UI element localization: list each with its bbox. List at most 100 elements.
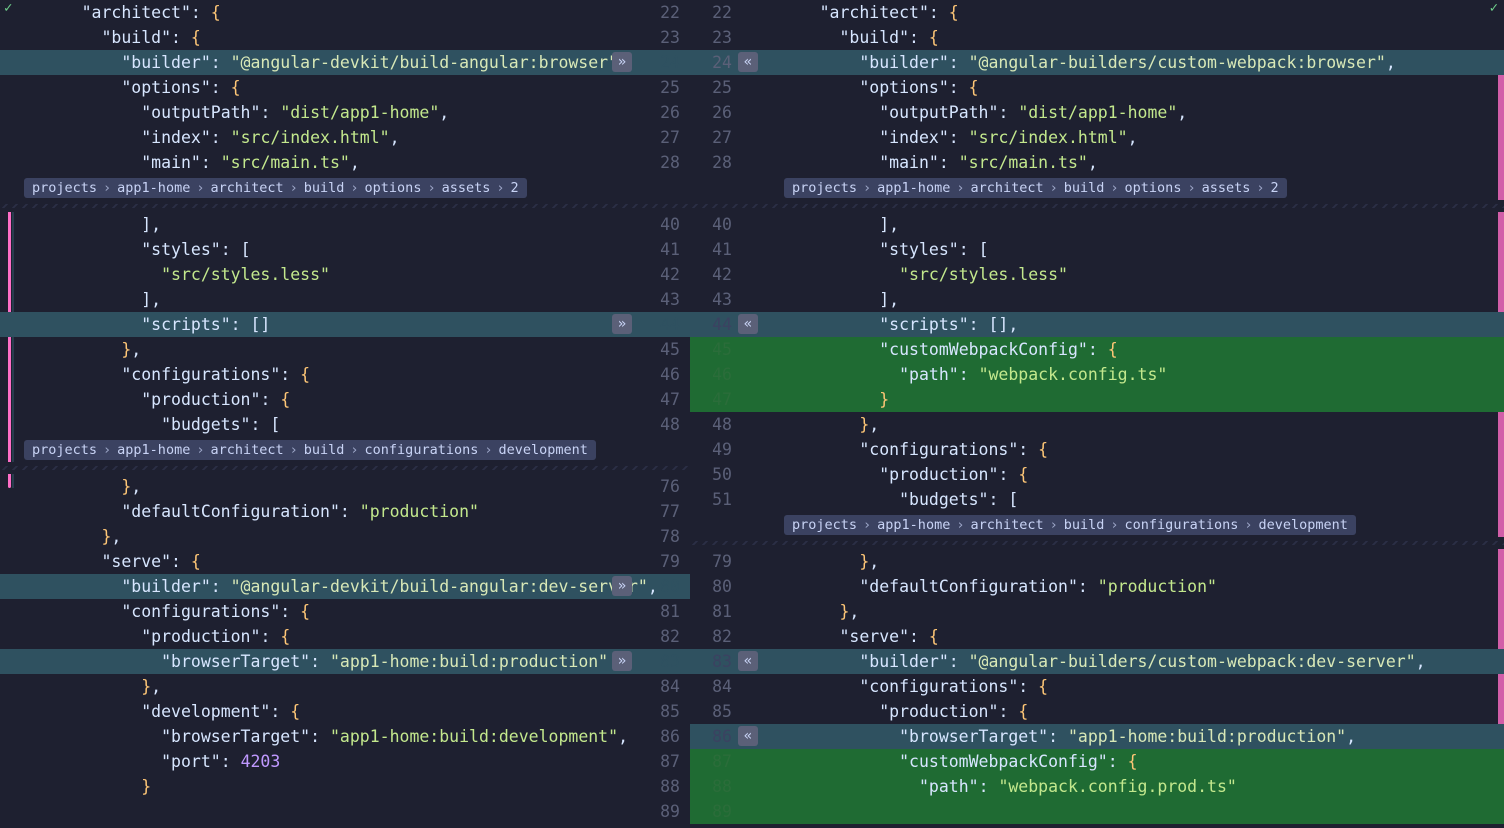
merge-arrow-icon[interactable]: » bbox=[612, 52, 632, 72]
code-line[interactable]: "development": {85 bbox=[0, 699, 690, 724]
json-token-key: "outputPath" bbox=[879, 103, 998, 122]
code-line[interactable]: "architect": {22 bbox=[0, 0, 690, 25]
json-token-punc: : bbox=[310, 652, 330, 671]
code-text: "browserTarget": "app1-home:build:develo… bbox=[0, 727, 690, 746]
code-line[interactable]: },76 bbox=[0, 474, 690, 499]
merge-arrow-icon[interactable]: « bbox=[738, 651, 758, 671]
json-token-key: "builder" bbox=[859, 53, 948, 72]
line-number: 45 bbox=[634, 340, 690, 359]
code-text: "styles": [ bbox=[0, 240, 690, 259]
code-line[interactable]: "index": "src/index.html",27 bbox=[0, 125, 690, 150]
code-line[interactable]: "browserTarget": "app1-home:build:develo… bbox=[0, 724, 690, 749]
code-line[interactable]: 26 "outputPath": "dist/app1-home", bbox=[690, 100, 1504, 125]
code-line[interactable]: "scripts": []»44 bbox=[0, 312, 690, 337]
code-line[interactable]: "budgets": [48 bbox=[0, 412, 690, 437]
code-line[interactable]: 84 "configurations": { bbox=[690, 674, 1504, 699]
code-line[interactable]: 85 "production": { bbox=[690, 699, 1504, 724]
code-line[interactable]: 87 "customWebpackConfig": { bbox=[690, 749, 1504, 774]
code-line[interactable]: "port": 420387 bbox=[0, 749, 690, 774]
code-line[interactable]: 50 "production": { bbox=[690, 462, 1504, 487]
code-line[interactable]: "production": {82 bbox=[0, 624, 690, 649]
code-line[interactable]: "production": {47 bbox=[0, 387, 690, 412]
json-token-brace: } bbox=[121, 340, 131, 359]
code-line[interactable]: 86« "browserTarget": "app1-home:build:pr… bbox=[690, 724, 1504, 749]
code-line[interactable]: 81 }, bbox=[690, 599, 1504, 624]
code-line[interactable]: "src/styles.less"42 bbox=[0, 262, 690, 287]
fold-separator[interactable] bbox=[0, 462, 690, 474]
code-line[interactable]: "configurations": {46 bbox=[0, 362, 690, 387]
merge-arrow-icon[interactable]: » bbox=[612, 576, 632, 596]
code-line[interactable]: 88 "path": "webpack.config.prod.ts" bbox=[690, 774, 1504, 799]
code-line[interactable]: },45 bbox=[0, 337, 690, 362]
code-line[interactable]: 22 "architect": { bbox=[690, 0, 1504, 25]
code-line[interactable]: 23 "build": { bbox=[690, 25, 1504, 50]
code-line[interactable]: 40 ], bbox=[690, 212, 1504, 237]
code-line[interactable]: 47 } bbox=[690, 387, 1504, 412]
json-token-brace: { bbox=[1038, 440, 1048, 459]
breadcrumb-segment: 2 bbox=[1271, 180, 1279, 196]
merge-arrow-icon[interactable]: » bbox=[612, 314, 632, 334]
line-number: 81 bbox=[634, 602, 690, 621]
code-line[interactable]: "styles": [41 bbox=[0, 237, 690, 262]
merge-arrow-icon[interactable]: « bbox=[738, 314, 758, 334]
code-line[interactable]: ],40 bbox=[0, 212, 690, 237]
diff-pane-right[interactable]: ✓ 22 "architect": {23 "build": {24« "bui… bbox=[690, 0, 1504, 828]
code-line[interactable]: 79 }, bbox=[690, 549, 1504, 574]
breadcrumb[interactable]: projects›app1-home›architect›build›optio… bbox=[784, 178, 1287, 198]
merge-arrow-icon[interactable]: » bbox=[612, 651, 632, 671]
code-text: "builder": "@angular-devkit/build-angula… bbox=[0, 53, 690, 72]
json-token-key: "production" bbox=[879, 465, 998, 484]
code-line[interactable]: 44« "scripts": [], bbox=[690, 312, 1504, 337]
json-token-key: "budgets" bbox=[899, 490, 988, 509]
json-token-punc: : bbox=[270, 702, 290, 721]
code-line[interactable]: 83« "builder": "@angular-builders/custom… bbox=[690, 649, 1504, 674]
code-line[interactable]: "serve": {79 bbox=[0, 549, 690, 574]
code-line[interactable]: 42 "src/styles.less" bbox=[690, 262, 1504, 287]
line-number: 42 bbox=[634, 265, 690, 284]
code-line[interactable]: 41 "styles": [ bbox=[690, 237, 1504, 262]
merge-arrow-icon[interactable]: « bbox=[738, 726, 758, 746]
code-line[interactable]: "build": {23 bbox=[0, 25, 690, 50]
breadcrumb[interactable]: projects›app1-home›architect›build›confi… bbox=[24, 440, 596, 460]
code-line[interactable]: ],43 bbox=[0, 287, 690, 312]
code-text: "serve": { bbox=[738, 627, 1504, 646]
breadcrumb[interactable]: projects›app1-home›architect›build›confi… bbox=[784, 515, 1356, 535]
code-line[interactable]: 24« "builder": "@angular-builders/custom… bbox=[690, 50, 1504, 75]
code-line[interactable]: "configurations": {81 bbox=[0, 599, 690, 624]
code-line[interactable]: 43 ], bbox=[690, 287, 1504, 312]
code-line[interactable]: 28 "main": "src/main.ts", bbox=[690, 150, 1504, 175]
code-text: "defaultConfiguration": "production" bbox=[738, 577, 1504, 596]
code-line[interactable]: 25 "options": { bbox=[690, 75, 1504, 100]
code-line[interactable]: "defaultConfiguration": "production"77 bbox=[0, 499, 690, 524]
code-line[interactable]: 89 bbox=[690, 799, 1504, 824]
code-line[interactable]: "options": {25 bbox=[0, 75, 690, 100]
diff-pane-left[interactable]: ✓ "architect": {22 "build": {23 "builder… bbox=[0, 0, 690, 828]
code-line[interactable]: 48 }, bbox=[690, 412, 1504, 437]
breadcrumb-segment: development bbox=[1258, 517, 1347, 533]
line-number: 43 bbox=[634, 290, 690, 309]
code-line[interactable]: }88 bbox=[0, 774, 690, 799]
merge-arrow-icon[interactable]: « bbox=[738, 52, 758, 72]
code-line[interactable]: 27 "index": "src/index.html", bbox=[690, 125, 1504, 150]
code-line[interactable]: 80 "defaultConfiguration": "production" bbox=[690, 574, 1504, 599]
code-line[interactable]: "main": "src/main.ts",28 bbox=[0, 150, 690, 175]
code-line[interactable]: "builder": "@angular-devkit/build-angula… bbox=[0, 50, 690, 75]
breadcrumb[interactable]: projects›app1-home›architect›build›optio… bbox=[24, 178, 527, 198]
code-line[interactable]: 82 "serve": { bbox=[690, 624, 1504, 649]
code-line[interactable]: 89 bbox=[0, 799, 690, 824]
fold-separator[interactable] bbox=[690, 200, 1504, 212]
breadcrumb-segment: development bbox=[498, 442, 587, 458]
fold-separator[interactable] bbox=[690, 537, 1504, 549]
code-line[interactable]: 45 "customWebpackConfig": { bbox=[690, 337, 1504, 362]
fold-separator[interactable] bbox=[0, 200, 690, 212]
code-line[interactable]: 49 "configurations": { bbox=[690, 437, 1504, 462]
code-line[interactable]: "builder": "@angular-devkit/build-angula… bbox=[0, 574, 690, 599]
code-line[interactable]: },78 bbox=[0, 524, 690, 549]
code-line[interactable]: "browserTarget": "app1-home:build:produc… bbox=[0, 649, 690, 674]
breadcrumb-segment: build bbox=[304, 442, 345, 458]
breadcrumb-segment: options bbox=[1125, 180, 1182, 196]
code-line[interactable]: "outputPath": "dist/app1-home",26 bbox=[0, 100, 690, 125]
code-line[interactable]: 46 "path": "webpack.config.ts" bbox=[690, 362, 1504, 387]
code-line[interactable]: },84 bbox=[0, 674, 690, 699]
code-line[interactable]: 51 "budgets": [ bbox=[690, 487, 1504, 512]
